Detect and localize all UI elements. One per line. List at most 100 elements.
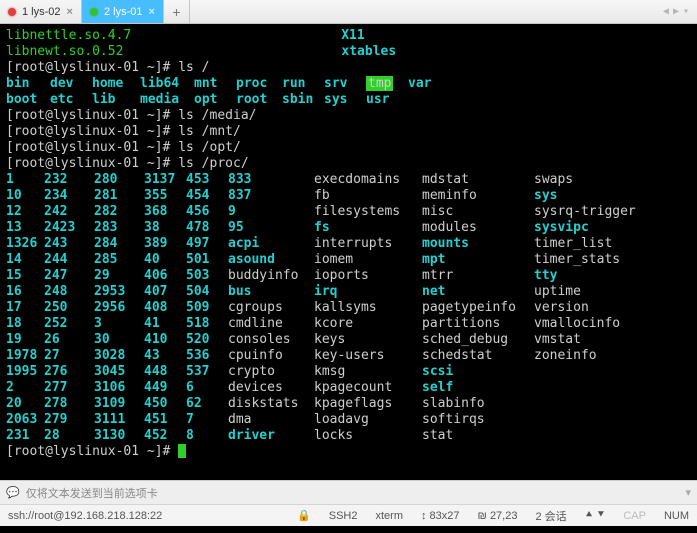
- dir-entry: etc: [50, 92, 92, 108]
- dir-entry: home: [92, 76, 140, 92]
- proc-entry: kpageflags: [314, 396, 422, 412]
- proc-entry: 248: [44, 284, 94, 300]
- proc-entry: 406: [144, 268, 186, 284]
- prompt: [root@lyslinux-01 ~]#: [6, 156, 170, 172]
- proc-entry: mdstat: [422, 172, 534, 188]
- connection-string: ssh://root@192.168.218.128:22: [8, 510, 162, 522]
- proc-entry: 833: [228, 172, 314, 188]
- proc-entry: key-users: [314, 348, 422, 364]
- proc-entry: schedstat: [422, 348, 534, 364]
- proc-entry: 95: [228, 220, 314, 236]
- command: ls /media/: [178, 108, 256, 124]
- proc-entry: 252: [44, 316, 94, 332]
- proc-entry: 277: [44, 380, 94, 396]
- command: ls /opt/: [178, 140, 241, 156]
- caps-indicator: CAP: [623, 510, 646, 522]
- dir-entry: usr: [366, 92, 408, 108]
- proc-entry: 504: [186, 284, 228, 300]
- proc-entry: 281: [94, 188, 144, 204]
- proc-entry: 41: [144, 316, 186, 332]
- tab[interactable]: 1 lys-02 ×: [0, 0, 82, 23]
- dir-entry: sbin: [282, 92, 324, 108]
- proc-entry: 2956: [94, 300, 144, 316]
- proc-entry: 355: [144, 188, 186, 204]
- proc-entry: zoneinfo: [534, 348, 634, 364]
- tab-label: 1 lys-02: [22, 6, 61, 18]
- proc-entry: swaps: [534, 172, 634, 188]
- proc-entry: 3111: [94, 412, 144, 428]
- tab-nav: ◀ ▶ ▾: [663, 0, 697, 23]
- proc-entry: 28: [44, 428, 94, 444]
- proc-entry: interrupts: [314, 236, 422, 252]
- proc-entry: 43: [144, 348, 186, 364]
- new-tab-button[interactable]: +: [164, 0, 190, 23]
- close-icon[interactable]: ×: [149, 6, 155, 18]
- proc-entry: 1978: [6, 348, 44, 364]
- proc-entry: kpagecount: [314, 380, 422, 396]
- tab-prev-icon[interactable]: ◀: [663, 6, 669, 17]
- term-size: 83x27: [430, 510, 460, 522]
- close-icon[interactable]: ×: [67, 6, 73, 18]
- proc-entry: sysrq-trigger: [534, 204, 634, 220]
- proc-entry: 16: [6, 284, 44, 300]
- chat-icon: 💬: [6, 486, 20, 499]
- proc-entry: 9: [228, 204, 314, 220]
- proc-entry: pagetypeinfo: [422, 300, 534, 316]
- proc-entry: cpuinfo: [228, 348, 314, 364]
- proc-entry: 449: [144, 380, 186, 396]
- proc-entry: [534, 396, 634, 412]
- status-dot-icon: [8, 8, 16, 16]
- proc-entry: kcore: [314, 316, 422, 332]
- proc-entry: 17: [6, 300, 44, 316]
- proc-entry: 3109: [94, 396, 144, 412]
- proc-entry: 2953: [94, 284, 144, 300]
- proc-entry: irq: [314, 284, 422, 300]
- tab-next-icon[interactable]: ▶: [673, 6, 679, 17]
- proc-entry: misc: [422, 204, 534, 220]
- proc-entry: 2: [6, 380, 44, 396]
- tab[interactable]: 2 lys-01×: [82, 0, 164, 23]
- proc-entry: 279: [44, 412, 94, 428]
- proc-entry: 451: [144, 412, 186, 428]
- proc-entry: 450: [144, 396, 186, 412]
- proc-entry: 407: [144, 284, 186, 300]
- tab-menu-icon[interactable]: ▾: [683, 6, 689, 17]
- proc-entry: 19: [6, 332, 44, 348]
- command: ls /mnt/: [178, 124, 241, 140]
- proc-entry: 3130: [94, 428, 144, 444]
- proc-entry: 3: [94, 316, 144, 332]
- session-nav-icon[interactable]: ⯅ ⯆: [585, 509, 606, 522]
- dir-entry: run: [282, 76, 324, 92]
- lock-icon: 🔒: [297, 509, 311, 522]
- proc-entry: keys: [314, 332, 422, 348]
- session-count: 2 会话: [535, 508, 566, 524]
- proc-entry: vmallocinfo: [534, 316, 634, 332]
- proc-entry: mtrr: [422, 268, 534, 284]
- dir-entry: lib64: [140, 76, 194, 92]
- terminal-output[interactable]: libnettle.so.4.7X11 libnewt.so.0.52xtabl…: [0, 24, 697, 480]
- prompt: [root@lyslinux-01 ~]#: [6, 444, 170, 460]
- proc-entry: meminfo: [422, 188, 534, 204]
- dir-entry: xtables: [341, 44, 396, 60]
- dir-entry: media: [140, 92, 194, 108]
- tab-bar: 1 lys-02×2 lys-01×+ ◀ ▶ ▾: [0, 0, 697, 24]
- dir-entry: srv: [324, 76, 366, 92]
- proc-entry: acpi: [228, 236, 314, 252]
- prompt: [root@lyslinux-01 ~]#: [6, 124, 170, 140]
- send-text-label: 仅将文本发送到当前选项卡: [26, 485, 158, 501]
- proc-entry: 12: [6, 204, 44, 220]
- dropdown-icon[interactable]: ▾: [685, 486, 691, 499]
- status-dot-icon: [90, 8, 98, 16]
- dir-entry: opt: [194, 92, 236, 108]
- dir-entry: X11: [341, 28, 364, 44]
- proc-entry: kmsg: [314, 364, 422, 380]
- proc-entry: 448: [144, 364, 186, 380]
- prompt: [root@lyslinux-01 ~]#: [6, 140, 170, 156]
- proc-entry: modules: [422, 220, 534, 236]
- proc-entry: 280: [94, 172, 144, 188]
- proc-entry: 20: [6, 396, 44, 412]
- proc-entry: vmstat: [534, 332, 634, 348]
- proc-entry: 1326: [6, 236, 44, 252]
- term-type: xterm: [375, 510, 403, 522]
- proc-entry: 509: [186, 300, 228, 316]
